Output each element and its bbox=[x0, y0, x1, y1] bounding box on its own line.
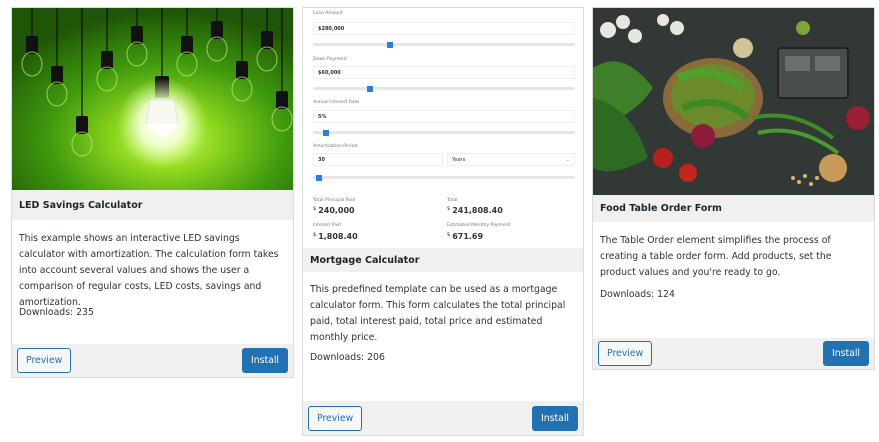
interest-paid-amount: 1,808.40 bbox=[318, 232, 358, 241]
total-principal-value: $240,000 bbox=[313, 206, 355, 215]
total-principal-amount: 240,000 bbox=[318, 206, 355, 215]
template-card-led-savings: LED Savings Calculator This example show… bbox=[11, 7, 294, 378]
slider-thumb bbox=[315, 174, 322, 181]
down-payment-slider bbox=[313, 85, 575, 92]
chevron-down-icon: ⌄ bbox=[565, 157, 570, 163]
monthly-payment-value: $671.69 bbox=[447, 232, 483, 241]
interest-rate-field: 5% bbox=[313, 110, 575, 123]
card-description: The Table Order element simplifies the p… bbox=[600, 235, 832, 278]
template-card-mortgage: Loan Amount $280,000 Down Payment $60,00… bbox=[302, 7, 584, 436]
loan-amount-slider bbox=[313, 41, 575, 48]
total-label: Total bbox=[447, 198, 458, 203]
currency-symbol: $ bbox=[313, 232, 317, 238]
card-description: This example shows an interactive LED sa… bbox=[19, 233, 279, 308]
preview-button[interactable]: Preview bbox=[598, 341, 653, 366]
slider-thumb bbox=[323, 129, 330, 136]
mortgage-form-thumbnail: Loan Amount $280,000 Down Payment $60,00… bbox=[303, 8, 583, 248]
downloads-count: Downloads: 124 bbox=[600, 289, 675, 300]
interest-rate-slider bbox=[313, 129, 575, 136]
interest-paid-value: $1,808.40 bbox=[313, 232, 358, 241]
down-payment-label: Down Payment bbox=[313, 57, 347, 62]
downloads-count: Downloads: 206 bbox=[310, 352, 385, 363]
slider-thumb bbox=[387, 41, 394, 48]
food-table-thumbnail bbox=[593, 8, 874, 195]
down-payment-field: $60,000 bbox=[313, 66, 575, 79]
card-title: LED Savings Calculator bbox=[12, 190, 293, 220]
monthly-payment-label: Estimated Monthly Payment bbox=[447, 223, 511, 228]
led-bulbs-thumbnail bbox=[12, 8, 293, 190]
loan-amount-field: $280,000 bbox=[313, 22, 575, 35]
interest-paid-label: Interest Paid bbox=[313, 223, 342, 228]
currency-symbol: $ bbox=[447, 232, 451, 238]
monthly-payment-amount: 671.69 bbox=[452, 232, 484, 241]
amortization-label: Amortization Period bbox=[313, 144, 358, 149]
slider-thumb bbox=[366, 85, 373, 92]
preview-button[interactable]: Preview bbox=[17, 348, 72, 373]
downloads-count: Downloads: 235 bbox=[19, 307, 94, 318]
install-button[interactable]: Install bbox=[823, 341, 869, 366]
card-actions: Preview Install bbox=[303, 401, 583, 435]
card-description: This predefined template can be used as … bbox=[310, 284, 566, 343]
install-button[interactable]: Install bbox=[242, 348, 288, 373]
amortization-unit: Years bbox=[452, 157, 466, 163]
preview-button[interactable]: Preview bbox=[308, 405, 363, 431]
template-card-food-order: Food Table Order Form The Table Order el… bbox=[592, 7, 875, 370]
amortization-field: 30 bbox=[313, 153, 443, 166]
card-title: Mortgage Calculator bbox=[303, 248, 583, 272]
led-bulbs-image bbox=[12, 8, 293, 190]
total-principal-label: Total Principal Paid bbox=[313, 198, 355, 203]
card-title: Food Table Order Form bbox=[593, 195, 874, 222]
total-value: $241,808.40 bbox=[447, 206, 503, 215]
mortgage-form-preview: Loan Amount $280,000 Down Payment $60,00… bbox=[303, 8, 583, 248]
amortization-slider bbox=[313, 174, 575, 181]
loan-amount-label: Loan Amount bbox=[313, 11, 343, 16]
card-actions: Preview Install bbox=[593, 338, 874, 369]
currency-symbol: $ bbox=[447, 206, 451, 212]
currency-symbol: $ bbox=[313, 206, 317, 212]
amortization-unit-select: Years ⌄ bbox=[447, 153, 575, 166]
card-actions: Preview Install bbox=[12, 344, 293, 377]
total-amount: 241,808.40 bbox=[452, 206, 503, 215]
interest-rate-label: Annual Interest Rate bbox=[313, 100, 360, 105]
food-ingredients-image bbox=[593, 8, 874, 195]
install-button[interactable]: Install bbox=[532, 405, 578, 431]
